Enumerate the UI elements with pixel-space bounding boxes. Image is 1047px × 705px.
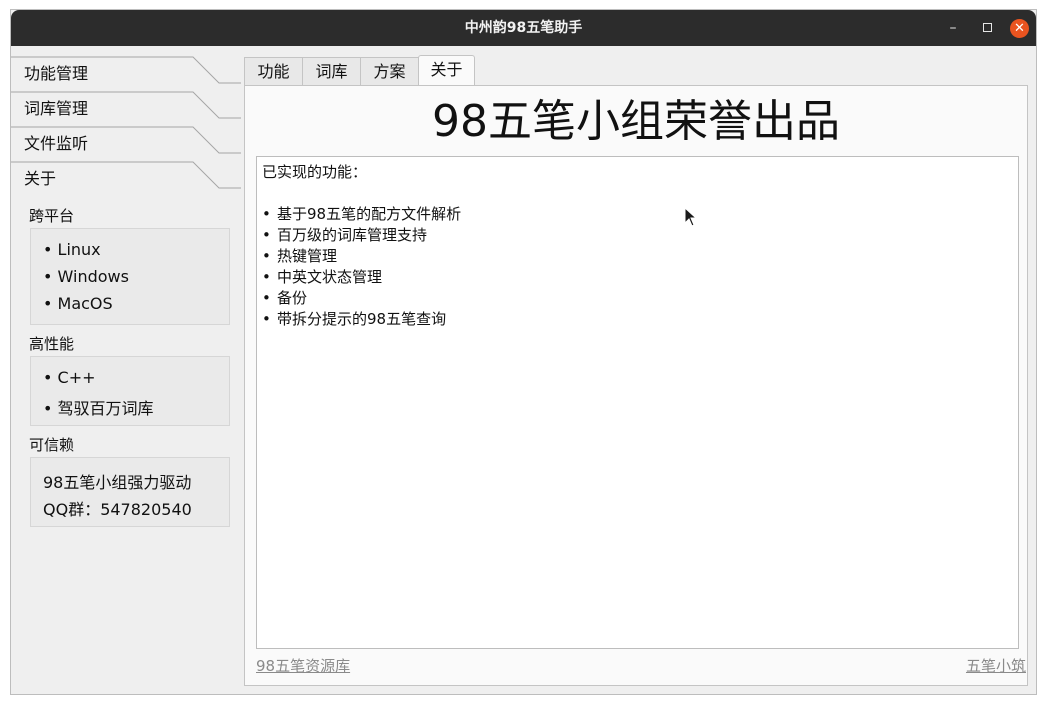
sidebar-nav: 功能管理 词库管理 文件监听 关于 — [11, 56, 241, 196]
bullet: • — [262, 268, 271, 286]
title-bar[interactable]: 中州韵98五笔助手 – ✕ — [11, 10, 1036, 46]
wubi-house-link[interactable]: 五笔小筑 — [966, 655, 1026, 676]
sidebar-item-label: 关于 — [24, 169, 57, 188]
group-line: 98五笔小组强力驱动 — [43, 473, 192, 492]
group-box-reliable: 98五笔小组强力驱动 QQ群：547820540 — [30, 457, 230, 527]
sidebar-item-function-manage[interactable]: 功能管理 — [11, 56, 241, 91]
sidebar-item-label: 词库管理 — [24, 99, 89, 118]
tab-about[interactable]: 关于 — [418, 55, 475, 87]
sidebar-item-about[interactable]: 关于 — [11, 161, 241, 196]
tab-scheme[interactable]: 方案 — [360, 57, 419, 87]
feature-item: • 百万级的词库管理支持 — [262, 224, 427, 245]
group-title-reliable: 可信赖 — [29, 436, 75, 454]
feature-text: 带拆分提示的98五笔查询 — [277, 310, 447, 328]
group-line: • MacOS — [43, 294, 113, 313]
tab-function[interactable]: 功能 — [244, 57, 303, 87]
bullet: • — [262, 310, 271, 328]
feature-text: 中英文状态管理 — [277, 268, 383, 286]
feature-item: • 基于98五笔的配方文件解析 — [262, 203, 461, 224]
feature-text: 基于98五笔的配方文件解析 — [277, 205, 462, 223]
sidebar-item-dict-manage[interactable]: 词库管理 — [11, 91, 241, 126]
group-title-cross-platform: 跨平台 — [29, 207, 75, 225]
feature-text: 热键管理 — [277, 247, 338, 265]
features-text-area[interactable]: 已实现的功能： • 基于98五笔的配方文件解析 • 百万级的词库管理支持 • 热键管理… — [256, 156, 1019, 649]
group-line: • C++ — [43, 368, 96, 387]
group-box-cross-platform: • Linux • Windows • MacOS — [30, 228, 230, 325]
resource-library-link[interactable]: 98五笔资源库 — [256, 655, 350, 676]
feature-item: • 中英文状态管理 — [262, 266, 382, 287]
bullet: • — [262, 289, 271, 307]
tab-dictionary[interactable]: 词库 — [302, 57, 361, 87]
window-title: 中州韵98五笔助手 — [464, 20, 583, 36]
feature-text: 百万级的词库管理支持 — [277, 226, 428, 244]
app-window: 中州韵98五笔助手 – ✕ 功能管理 词库管理 文件监听 关于 跨平台 • Li… — [10, 9, 1037, 695]
bullet: • — [262, 226, 271, 244]
sidebar-item-label: 功能管理 — [24, 64, 89, 83]
group-title-performance: 高性能 — [29, 335, 75, 353]
feature-item: • 带拆分提示的98五笔查询 — [262, 308, 446, 329]
group-box-performance: • C++ • 驾驭百万词库 — [30, 356, 230, 426]
bullet: • — [262, 205, 271, 223]
group-line: • 驾驭百万词库 — [43, 399, 154, 418]
mouse-cursor-icon — [684, 207, 698, 227]
maximize-button[interactable] — [978, 19, 996, 37]
group-line: QQ群：547820540 — [43, 500, 192, 519]
feature-item: • 热键管理 — [262, 245, 337, 266]
maximize-icon — [982, 23, 992, 32]
close-button[interactable]: ✕ — [1010, 19, 1029, 38]
feature-item: • 备份 — [262, 287, 307, 308]
sidebar-item-file-watch[interactable]: 文件监听 — [11, 126, 241, 161]
page-title: 98五笔小组荣誉出品 — [432, 96, 840, 147]
group-line: • Linux — [43, 240, 101, 259]
about-panel: 98五笔小组荣誉出品 已实现的功能： • 基于98五笔的配方文件解析 • 百万级的词… — [244, 85, 1028, 686]
sidebar-item-label: 文件监听 — [24, 134, 89, 153]
minimize-button[interactable]: – — [944, 19, 962, 37]
bullet: • — [262, 247, 271, 265]
feature-text: 备份 — [277, 289, 308, 307]
group-line: • Windows — [43, 267, 129, 286]
features-intro: 已实现的功能： — [262, 163, 368, 181]
